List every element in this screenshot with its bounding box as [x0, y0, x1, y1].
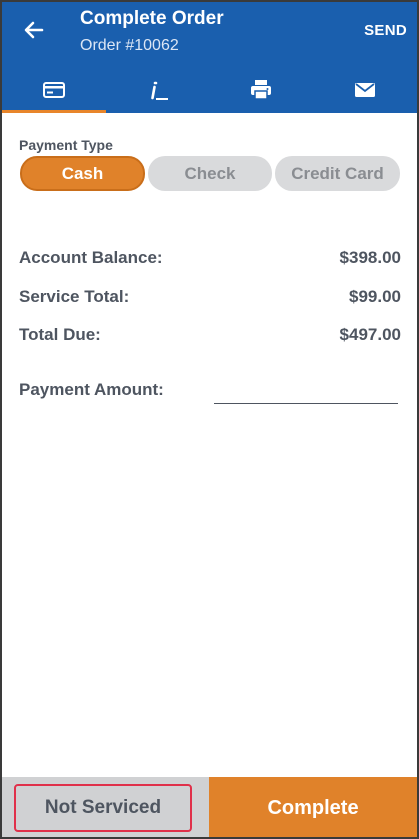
- printer-icon: [249, 79, 273, 101]
- account-balance-label: Account Balance:: [19, 248, 163, 267]
- not-serviced-area: Not Serviced: [2, 777, 209, 837]
- payment-option-check[interactable]: Check: [148, 156, 272, 191]
- service-total-row: Service Total: $99.00: [19, 287, 401, 307]
- order-number: Order #10062: [80, 37, 179, 54]
- payment-type-label: Payment Type: [19, 137, 113, 153]
- service-total-value: $99.00: [349, 287, 401, 306]
- tab-print[interactable]: [210, 66, 314, 113]
- account-balance-value: $398.00: [339, 248, 401, 267]
- back-arrow-icon[interactable]: [20, 16, 48, 44]
- app-frame: Complete Order Order #10062 SEND Payment…: [0, 0, 419, 839]
- total-due-row: Total Due: $497.00: [19, 325, 401, 345]
- bottom-action-bar: Not Serviced Complete: [2, 777, 417, 837]
- tab-signature[interactable]: [106, 66, 210, 113]
- total-due-label: Total Due:: [19, 325, 101, 344]
- payment-option-credit-card[interactable]: Credit Card: [275, 156, 400, 191]
- total-due-value: $497.00: [339, 325, 401, 344]
- signature-icon: [146, 78, 170, 102]
- app-bar: Complete Order Order #10062 SEND: [2, 2, 417, 113]
- not-serviced-button[interactable]: Not Serviced: [14, 784, 192, 832]
- payment-content: Payment Type Cash Check Credit Card Acco…: [2, 113, 417, 777]
- payment-amount-label: Payment Amount:: [19, 380, 164, 399]
- send-button[interactable]: SEND: [364, 22, 407, 39]
- tab-email[interactable]: [313, 66, 417, 113]
- tab-payment[interactable]: [2, 66, 106, 113]
- envelope-icon: [354, 82, 376, 98]
- tab-bar: [2, 66, 417, 113]
- service-total-label: Service Total:: [19, 287, 130, 306]
- payment-option-cash[interactable]: Cash: [20, 156, 145, 191]
- account-balance-row: Account Balance: $398.00: [19, 248, 401, 268]
- payment-card-icon: [42, 81, 65, 98]
- page-title: Complete Order: [80, 8, 224, 29]
- complete-button[interactable]: Complete: [209, 777, 417, 837]
- payment-amount-input[interactable]: [214, 378, 398, 404]
